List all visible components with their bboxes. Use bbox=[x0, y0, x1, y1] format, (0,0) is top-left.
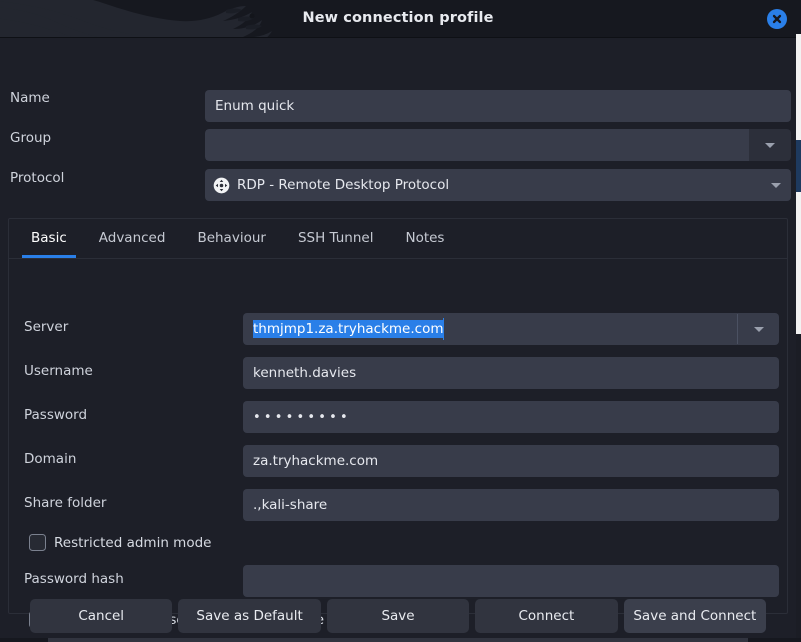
chevron-down-icon[interactable] bbox=[771, 182, 781, 188]
window-edge-top bbox=[796, 0, 801, 34]
protocol-value: RDP - Remote Desktop Protocol bbox=[237, 177, 450, 193]
window-bottom-inner-edge bbox=[48, 638, 748, 642]
settings-notebook: Basic Advanced Behaviour SSH Tunnel Note… bbox=[8, 218, 788, 628]
password-input[interactable]: ••••••••• bbox=[243, 401, 779, 433]
background-window-highlight bbox=[796, 140, 801, 192]
window-edge-bottom bbox=[796, 334, 801, 642]
dialog-button-bar: Cancel Save as Default Save Connect Save… bbox=[0, 598, 796, 634]
basic-tab-panel: Server thmjmp1.za.tryhackme.com Username… bbox=[9, 259, 787, 628]
protocol-combobox[interactable]: RDP - Remote Desktop Protocol bbox=[205, 169, 791, 201]
titlebar: New connection profile bbox=[0, 0, 796, 38]
connect-button[interactable]: Connect bbox=[475, 599, 618, 633]
tab-ssh-tunnel[interactable]: SSH Tunnel bbox=[282, 219, 390, 258]
server-combobox[interactable]: thmjmp1.za.tryhackme.com bbox=[243, 313, 779, 345]
restricted-admin-mode-label: Restricted admin mode bbox=[54, 534, 212, 551]
server-input[interactable]: thmjmp1.za.tryhackme.com bbox=[243, 318, 737, 340]
close-icon[interactable] bbox=[767, 9, 787, 29]
share-folder-label: Share folder bbox=[24, 495, 107, 511]
tab-notes[interactable]: Notes bbox=[389, 219, 460, 258]
text-cursor bbox=[443, 318, 445, 340]
save-and-connect-button[interactable]: Save and Connect bbox=[623, 599, 767, 633]
group-label: Group bbox=[10, 130, 52, 146]
domain-input[interactable]: za.tryhackme.com bbox=[243, 445, 779, 477]
rdp-protocol-icon bbox=[213, 177, 230, 193]
group-combobox[interactable] bbox=[205, 129, 791, 161]
connection-profile-dialog: New connection profile Name Enum quick G… bbox=[0, 0, 801, 642]
restricted-admin-mode-checkbox[interactable]: Restricted admin mode bbox=[29, 534, 211, 551]
group-input[interactable] bbox=[205, 129, 749, 161]
tab-advanced[interactable]: Advanced bbox=[83, 219, 182, 258]
share-folder-input[interactable]: .,kali-share bbox=[243, 489, 779, 521]
protocol-label: Protocol bbox=[10, 170, 65, 186]
server-label: Server bbox=[24, 319, 69, 335]
dialog-body: Name Enum quick Group Protocol RDP - Rem… bbox=[0, 38, 796, 642]
save-button[interactable]: Save bbox=[326, 599, 470, 633]
username-input[interactable]: kenneth.davies bbox=[243, 357, 779, 389]
checkbox-box[interactable] bbox=[29, 534, 46, 551]
tab-basic[interactable]: Basic bbox=[15, 219, 83, 258]
name-input[interactable]: Enum quick bbox=[205, 90, 791, 122]
password-label: Password bbox=[24, 407, 88, 423]
window-title: New connection profile bbox=[302, 10, 494, 26]
password-hash-label: Password hash bbox=[24, 571, 124, 587]
name-label: Name bbox=[10, 90, 50, 106]
save-as-default-button[interactable]: Save as Default bbox=[178, 599, 321, 633]
cancel-button[interactable]: Cancel bbox=[30, 599, 173, 633]
username-label: Username bbox=[24, 363, 93, 379]
domain-label: Domain bbox=[24, 451, 77, 467]
tab-bar: Basic Advanced Behaviour SSH Tunnel Note… bbox=[9, 219, 787, 259]
chevron-down-icon[interactable] bbox=[738, 326, 779, 332]
tab-behaviour[interactable]: Behaviour bbox=[181, 219, 282, 258]
server-value: thmjmp1.za.tryhackme.com bbox=[253, 320, 444, 338]
chevron-down-icon[interactable] bbox=[749, 129, 791, 161]
password-hash-input[interactable] bbox=[243, 565, 779, 597]
password-masked-value: ••••••••• bbox=[253, 409, 351, 425]
